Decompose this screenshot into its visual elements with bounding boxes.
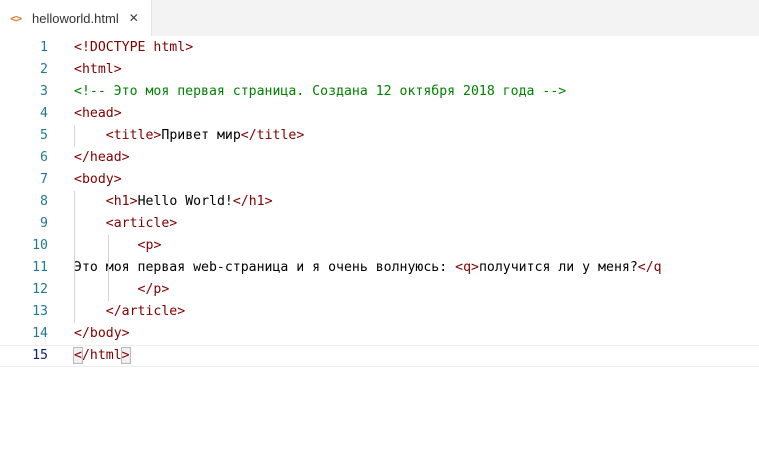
line-number: 5 (40, 128, 48, 143)
code-token: <head> (74, 106, 122, 121)
code-token: </body> (74, 326, 130, 341)
code-line[interactable]: 4 <head> (0, 103, 759, 125)
code-line[interactable]: 6 </head> (0, 147, 759, 169)
line-number: 9 (40, 216, 48, 231)
line-number: 15 (32, 348, 48, 363)
code-token: html (153, 40, 186, 55)
code-line[interactable]: 7 <body> (0, 169, 759, 191)
code-text: <title>Привет мир</title> (74, 125, 305, 147)
code-token: <!-- Это моя первая страница. Создана 12… (74, 84, 567, 99)
code-token: > (185, 40, 194, 55)
code-text: <h1>Hello World!</h1> (74, 191, 273, 213)
line-number: 10 (32, 238, 48, 253)
code-line[interactable]: 2 <html> (0, 59, 759, 81)
code-token: <body> (74, 172, 122, 187)
code-editor[interactable]: 1 <!DOCTYPE html> 2 <html> 3 <!-- Это моя пер… (0, 36, 759, 475)
code-text: <article> (74, 213, 177, 235)
tab-helloworld-html[interactable]: <> helloworld.html ✕ (0, 0, 152, 36)
code-line[interactable]: 13 </article> (0, 301, 759, 323)
code-token: <!DOCTYPE (74, 40, 154, 55)
tab-title: helloworld.html (32, 10, 119, 26)
code-line[interactable]: 5 <title>Привет мир</title> (0, 125, 759, 147)
code-token: Это моя первая web-страница и я очень во… (74, 260, 456, 275)
code-token: <q> (455, 260, 479, 275)
line-number: 1 (40, 40, 48, 55)
line-number: 14 (32, 326, 48, 341)
line-number: 7 (40, 172, 48, 187)
line-number: 4 (40, 106, 48, 121)
code-token: </q (637, 260, 662, 275)
code-text: <html> (74, 59, 122, 81)
code-text: </html> (73, 346, 131, 366)
line-number: 13 (32, 304, 48, 319)
code-token: <p> (137, 238, 162, 253)
code-token: <html> (74, 62, 122, 77)
code-token: </head> (74, 150, 130, 165)
tab-bar: <> helloworld.html ✕ (0, 0, 759, 37)
code-line[interactable]: 12 </p> (0, 279, 759, 301)
html-file-icon: <> (10, 11, 22, 25)
code-line[interactable]: 14 </body> (0, 323, 759, 345)
code-line[interactable]: 8 <h1>Hello World!</h1> (0, 191, 759, 213)
code-text: <body> (74, 169, 122, 191)
indent-guide (108, 235, 110, 301)
code-token: получится ли у меня? (478, 260, 638, 275)
code-token: </title> (240, 128, 305, 143)
code-text: </article> (74, 301, 185, 323)
code-line[interactable]: 3 <!-- Это моя первая страница. Создана 1… (0, 81, 759, 103)
line-number: 8 (40, 194, 48, 209)
code-token: /html (81, 348, 122, 363)
indent-guide (74, 191, 75, 323)
code-token: < (73, 347, 83, 364)
code-token: Hello World! (137, 194, 233, 209)
code-token: </article> (105, 304, 186, 319)
code-text: </p> (74, 279, 170, 301)
code-text: <!-- Это моя первая страница. Создана 12… (74, 81, 566, 103)
code-token: <article> (105, 216, 178, 231)
code-text: Это моя первая web-страница и я очень во… (74, 257, 662, 279)
line-number: 3 (40, 84, 48, 99)
code-token: <title> (105, 128, 162, 143)
code-line[interactable]: 15 </html> (0, 345, 759, 367)
code-line[interactable]: 1 <!DOCTYPE html> (0, 37, 759, 59)
code-token: </h1> (232, 194, 273, 209)
code-line[interactable]: 10 <p> (0, 235, 759, 257)
code-token: Привет мир (161, 128, 241, 143)
line-number: 11 (32, 260, 48, 275)
line-number: 2 (40, 62, 48, 77)
code-text: <head> (74, 103, 122, 125)
code-token: > (120, 347, 131, 364)
code-line[interactable]: 11 Это моя первая web-страница и я очень … (0, 257, 759, 279)
code-text: <p> (74, 235, 162, 257)
code-text: </body> (74, 323, 130, 345)
line-number: 12 (32, 282, 48, 297)
code-text: </head> (74, 147, 130, 169)
indent-guide (74, 125, 75, 147)
close-icon[interactable]: ✕ (129, 11, 139, 25)
code-line[interactable]: 9 <article> (0, 213, 759, 235)
code-token: </p> (137, 282, 170, 297)
code-token: <h1> (105, 194, 138, 209)
code-text: <!DOCTYPE html> (74, 37, 193, 59)
line-number: 6 (40, 150, 48, 165)
